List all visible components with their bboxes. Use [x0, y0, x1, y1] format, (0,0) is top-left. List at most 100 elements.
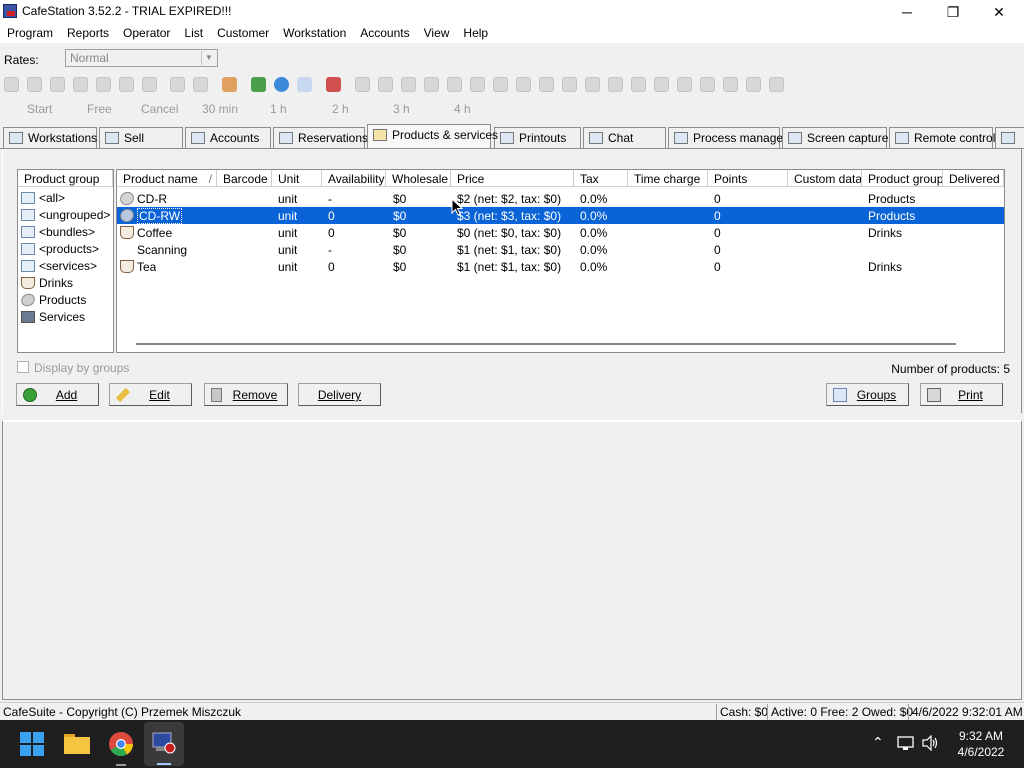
ticket-icon[interactable]	[251, 77, 266, 92]
menu-customer[interactable]: Customer	[210, 24, 276, 43]
toolbar-icon-32[interactable]	[746, 77, 761, 92]
cafestation-taskbar-button[interactable]	[144, 722, 184, 766]
rates-select[interactable]: Normal ▼	[65, 49, 218, 67]
cancel-button[interactable]: Cancel	[141, 102, 178, 116]
clock-date[interactable]: 4/6/2022	[952, 745, 1010, 759]
chrome-icon[interactable]	[108, 731, 134, 757]
menu-operator[interactable]: Operator	[116, 24, 177, 43]
tab-sell[interactable]: Sell	[99, 127, 183, 148]
col-time-charge[interactable]: Time charge	[628, 170, 708, 187]
delivery-button[interactable]: Delivery	[298, 383, 381, 406]
toolbar-icon-33[interactable]	[769, 77, 784, 92]
toolbar-icon-15[interactable]	[355, 77, 370, 92]
toolbar-icon-5[interactable]	[96, 77, 111, 92]
toolbar-icon-7[interactable]	[142, 77, 157, 92]
tab-process-manager[interactable]: Process manager	[668, 127, 787, 148]
table-row[interactable]: CD-R unit - $0 $2 (net: $2, tax: $0) 0.0…	[117, 189, 1004, 208]
horizontal-scrollbar[interactable]	[136, 343, 956, 345]
toolbar-icon-30[interactable]	[700, 77, 715, 92]
toolbar-icon-23[interactable]	[539, 77, 554, 92]
toolbar-icon-17[interactable]	[401, 77, 416, 92]
menu-list[interactable]: List	[177, 24, 210, 43]
tab-accounts[interactable]: Accounts	[185, 127, 271, 148]
print-button[interactable]: Print	[920, 383, 1003, 406]
menu-help[interactable]: Help	[456, 24, 495, 43]
toolbar-icon-29[interactable]	[677, 77, 692, 92]
time-30min-button[interactable]: 30 min	[202, 102, 238, 116]
time-2h-button[interactable]: 2 h	[332, 102, 349, 116]
table-icon[interactable]	[297, 77, 312, 92]
clock-time[interactable]: 9:32 AM	[956, 729, 1006, 743]
tab-products-services[interactable]: Products & services	[367, 124, 498, 148]
toolbar-icon-4[interactable]	[73, 77, 88, 92]
menu-workstation[interactable]: Workstation	[276, 24, 353, 43]
time-3h-button[interactable]: 3 h	[393, 102, 410, 116]
col-wholesale[interactable]: Wholesale	[386, 170, 451, 187]
toolbar-icon-1[interactable]	[4, 77, 19, 92]
table-row[interactable]: Tea unit 0 $0 $1 (net: $1, tax: $0) 0.0%…	[117, 258, 1004, 275]
time-4h-button[interactable]: 4 h	[454, 102, 471, 116]
tab-screen-capture[interactable]: Screen capture	[782, 127, 888, 148]
tab-workstations[interactable]: Workstations	[3, 127, 97, 148]
col-product-group[interactable]: Product group	[862, 170, 943, 187]
toolbar-icon-3[interactable]	[50, 77, 65, 92]
col-price[interactable]: Price	[451, 170, 574, 187]
add-button[interactable]: Add	[16, 383, 99, 406]
tab-printouts[interactable]: Printouts	[494, 127, 581, 148]
products-table[interactable]: Product name / Barcode Unit Availability…	[116, 169, 1005, 353]
toolbar-icon-26[interactable]	[608, 77, 623, 92]
tab-remote-control[interactable]: Remote control	[889, 127, 995, 148]
product-group-list[interactable]: Product group <all> <ungrouped> <bundles…	[17, 169, 114, 353]
edit-button[interactable]: Edit	[109, 383, 192, 406]
books-icon[interactable]	[326, 77, 341, 92]
toolbar-icon-22[interactable]	[516, 77, 531, 92]
groups-button[interactable]: Groups	[826, 383, 909, 406]
close-button[interactable]: ✕	[976, 0, 1022, 24]
col-tax[interactable]: Tax	[574, 170, 628, 187]
col-unit[interactable]: Unit	[272, 170, 322, 187]
chevron-up-icon[interactable]: ⌃	[872, 734, 884, 751]
toolbar-icon-6[interactable]	[119, 77, 134, 92]
minimize-button[interactable]: ─	[884, 0, 930, 24]
toolbar-icon-8[interactable]	[170, 77, 185, 92]
menu-accounts[interactable]: Accounts	[353, 24, 416, 43]
col-availability[interactable]: Availability	[322, 170, 386, 187]
start-button[interactable]: Start	[27, 102, 52, 116]
toolbar-icon-9[interactable]	[193, 77, 208, 92]
table-row-selected[interactable]: CD-RW unit 0 $0 $3 (net: $3, tax: $0) 0.…	[117, 206, 1004, 225]
checkbox-box[interactable]	[17, 361, 29, 373]
table-row[interactable]: Scanning unit - $0 $1 (net: $1, tax: $0)…	[117, 241, 1004, 258]
globe-icon[interactable]	[274, 77, 289, 92]
operator-icon[interactable]	[222, 77, 237, 92]
free-button[interactable]: Free	[87, 102, 112, 116]
mail-icon[interactable]	[424, 77, 439, 92]
toolbar-icon-27[interactable]	[631, 77, 646, 92]
toolbar-icon-2[interactable]	[27, 77, 42, 92]
col-product-name[interactable]: Product name /	[117, 170, 217, 187]
group-column-header[interactable]: Product group	[18, 170, 113, 187]
volume-icon[interactable]	[922, 735, 940, 751]
toolbar-icon-24[interactable]	[562, 77, 577, 92]
menu-program[interactable]: Program	[0, 24, 60, 43]
remove-button[interactable]: Remove	[204, 383, 288, 406]
network-icon[interactable]	[897, 735, 915, 751]
toolbar-icon-20[interactable]	[470, 77, 485, 92]
col-delivered[interactable]: Delivered	[943, 170, 1004, 187]
toolbar-icon-19[interactable]	[447, 77, 462, 92]
menu-view[interactable]: View	[417, 24, 457, 43]
tab-reservations[interactable]: Reservations	[273, 127, 368, 148]
col-custom-data[interactable]: Custom data	[788, 170, 862, 187]
toolbar-icon-16[interactable]	[378, 77, 393, 92]
table-row[interactable]: Coffee unit 0 $0 $0 (net: $0, tax: $0) 0…	[117, 224, 1004, 241]
file-explorer-icon[interactable]	[64, 732, 90, 754]
windows-start-icon[interactable]	[20, 732, 44, 756]
col-points[interactable]: Points	[708, 170, 788, 187]
menu-reports[interactable]: Reports	[60, 24, 116, 43]
tab-more[interactable]	[995, 127, 1024, 148]
time-1h-button[interactable]: 1 h	[270, 102, 287, 116]
tab-chat[interactable]: Chat	[583, 127, 666, 148]
toolbar-icon-28[interactable]	[654, 77, 669, 92]
toolbar-icon-21[interactable]	[493, 77, 508, 92]
toolbar-icon-31[interactable]	[723, 77, 738, 92]
toolbar-icon-25[interactable]	[585, 77, 600, 92]
